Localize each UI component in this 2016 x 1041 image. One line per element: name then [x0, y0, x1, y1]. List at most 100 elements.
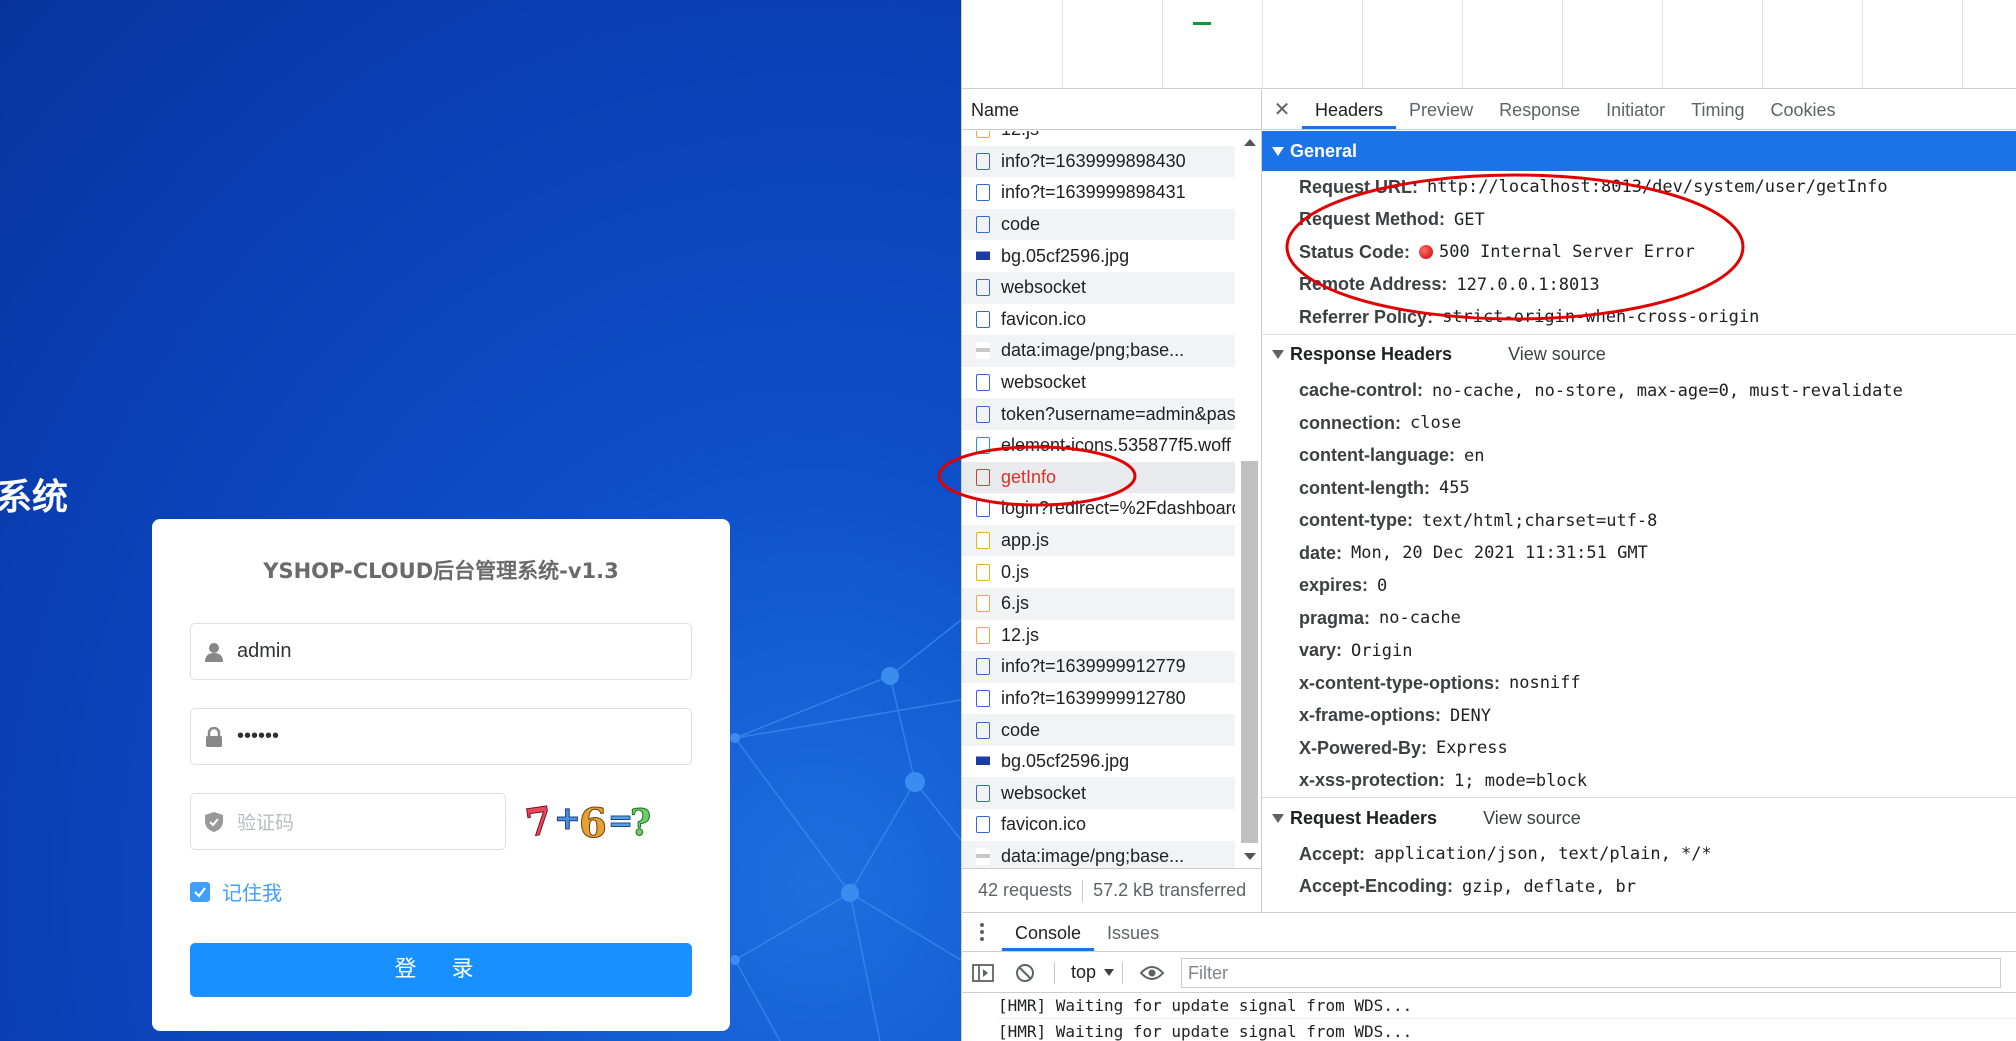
tab-initiator[interactable]: Initiator	[1593, 90, 1678, 129]
response-headers-section-header[interactable]: Response Headers View source	[1262, 335, 2016, 375]
view-source-link[interactable]: View source	[1483, 808, 1581, 829]
header-value: 500 Internal Server Error	[1439, 242, 1695, 263]
doc-file-icon	[976, 405, 990, 423]
request-row[interactable]: 12.js	[962, 131, 1235, 146]
general-section-header[interactable]: General	[1262, 131, 2016, 171]
js-file-icon	[976, 595, 990, 613]
sidebar-toggle-icon[interactable]	[962, 953, 1004, 993]
header-row[interactable]: Accept: application/json, text/plain, */*	[1262, 838, 2016, 871]
header-row[interactable]: content-type: text/html;charset=utf-8	[1262, 505, 2016, 538]
login-page: 系统 YSHOP-CLOUD后台管理系统-v1.3 admin •••••• 验…	[0, 0, 961, 1041]
tab-preview[interactable]: Preview	[1396, 90, 1486, 129]
request-row[interactable]: websocket	[962, 271, 1235, 304]
name-column-header[interactable]: Name	[962, 90, 1262, 130]
header-row[interactable]: cache-control: no-cache, no-store, max-ag…	[1262, 375, 2016, 408]
request-row[interactable]: app.js	[962, 524, 1235, 557]
scrollbar-thumb[interactable]	[1241, 461, 1258, 843]
request-headers-section-header[interactable]: Request Headers View source	[1262, 798, 2016, 838]
captcha-image[interactable]: 7 + 6 = ?	[522, 795, 654, 848]
header-row[interactable]: Status Code: 500 Internal Server Error	[1262, 236, 2016, 269]
tab-headers[interactable]: Headers	[1302, 90, 1397, 129]
tab-response[interactable]: Response	[1486, 90, 1593, 129]
request-name: 6.js	[1001, 593, 1030, 614]
captcha-placeholder: 验证码	[237, 813, 295, 834]
header-row[interactable]: Accept-Encoding: gzip, deflate, br	[1262, 871, 2016, 904]
header-value: no-cache	[1379, 608, 1461, 629]
captcha-field[interactable]: 验证码	[190, 793, 506, 850]
img-file-icon	[976, 753, 990, 771]
header-key: Remote Address:	[1299, 274, 1448, 295]
header-row[interactable]: x-frame-options: DENY	[1262, 700, 2016, 733]
tab-console[interactable]: Console	[1002, 913, 1095, 951]
request-name: websocket	[1001, 782, 1087, 803]
console-line: [HMR] Waiting for update signal from WDS…	[998, 1019, 2016, 1041]
request-row[interactable]: info?t=1639999898430	[962, 145, 1235, 178]
doc-file-icon	[976, 374, 990, 392]
request-row[interactable]: 0.js	[962, 556, 1235, 588]
username-value: admin	[237, 640, 292, 662]
doc-file-icon	[976, 658, 990, 676]
request-list-scrollbar[interactable]	[1237, 131, 1262, 868]
header-row[interactable]: content-length: 455	[1262, 472, 2016, 505]
request-row[interactable]: data:image/png;base...	[962, 840, 1235, 868]
header-row[interactable]: connection: close	[1262, 407, 2016, 440]
eye-icon[interactable]	[1131, 953, 1173, 993]
tab-cookies[interactable]: Cookies	[1758, 90, 1849, 129]
close-icon[interactable]: ✕	[1262, 90, 1302, 129]
scroll-up-arrow-icon[interactable]	[1244, 139, 1256, 146]
request-row[interactable]: bg.05cf2596.jpg	[962, 240, 1235, 272]
request-row[interactable]: bg.05cf2596.jpg	[962, 746, 1235, 778]
request-name: token?username=admin&pas	[1001, 403, 1235, 424]
header-row[interactable]: Remote Address: 127.0.0.1:8013	[1262, 269, 2016, 302]
request-row[interactable]: element-icons.535877f5.woff	[962, 430, 1235, 462]
header-row[interactable]: vary: Origin	[1262, 635, 2016, 668]
tab-issues[interactable]: Issues	[1094, 913, 1172, 951]
request-row[interactable]: code	[962, 714, 1235, 746]
request-row[interactable]: info?t=1639999898431	[962, 177, 1235, 209]
header-row[interactable]: Request URL: http://localhost:8013/dev/sy…	[1262, 171, 2016, 204]
remember-me-checkbox[interactable]: 记住我	[190, 877, 282, 906]
headers-pane: General Request URL: http://localhost:801…	[1262, 131, 2016, 912]
password-field[interactable]: ••••••	[190, 708, 692, 765]
request-row[interactable]: login?redirect=%2Fdashboard	[962, 493, 1235, 525]
header-row[interactable]: X-Powered-By: Express	[1262, 732, 2016, 765]
header-row[interactable]: Referrer Policy: strict-origin-when-cross…	[1262, 301, 2016, 334]
request-row[interactable]: websocket	[962, 777, 1235, 810]
svg-text:?: ?	[630, 802, 651, 844]
more-vertical-icon[interactable]	[962, 913, 1002, 951]
request-row[interactable]: info?t=1639999912780	[962, 683, 1235, 715]
header-row[interactable]: date: Mon, 20 Dec 2021 11:31:51 GMT	[1262, 537, 2016, 570]
svg-text:7: 7	[524, 797, 555, 845]
clear-console-icon[interactable]	[1004, 953, 1046, 993]
request-row[interactable]: favicon.ico	[962, 304, 1235, 336]
font-file-icon	[976, 437, 990, 455]
request-row[interactable]: getInfo	[962, 461, 1235, 494]
request-name: websocket	[1001, 372, 1087, 393]
header-row[interactable]: expires: 0	[1262, 570, 2016, 603]
username-field[interactable]: admin	[190, 623, 692, 680]
request-name: element-icons.535877f5.woff	[1001, 435, 1231, 456]
request-row[interactable]: websocket	[962, 367, 1235, 399]
js-file-icon	[976, 563, 990, 581]
login-button[interactable]: 登 录	[190, 943, 692, 997]
request-row[interactable]: info?t=1639999912779	[962, 651, 1235, 683]
request-row[interactable]: favicon.ico	[962, 809, 1235, 841]
tab-timing[interactable]: Timing	[1678, 90, 1757, 129]
request-row[interactable]: 6.js	[962, 587, 1235, 620]
view-source-link[interactable]: View source	[1508, 344, 1606, 365]
console-filter-input[interactable]: Filter	[1181, 957, 2002, 988]
header-row[interactable]: content-language: en	[1262, 440, 2016, 473]
header-value: nosniff	[1508, 673, 1581, 694]
header-row[interactable]: Request Method: GET	[1262, 204, 2016, 237]
header-row[interactable]: pragma: no-cache	[1262, 602, 2016, 635]
context-selector[interactable]: top	[1071, 962, 1115, 983]
request-row[interactable]: token?username=admin&pas	[962, 398, 1235, 430]
network-overview-timeline[interactable]	[962, 0, 2016, 89]
scroll-down-arrow-icon[interactable]	[1244, 853, 1256, 860]
header-row[interactable]: x-content-type-options: nosniff	[1262, 667, 2016, 700]
request-row[interactable]: data:image/png;base...	[962, 335, 1235, 367]
request-row[interactable]: code	[962, 208, 1235, 241]
header-key: Request URL:	[1299, 176, 1419, 197]
request-row[interactable]: 12.js	[962, 620, 1235, 652]
header-row[interactable]: x-xss-protection: 1; mode=block	[1262, 765, 2016, 798]
